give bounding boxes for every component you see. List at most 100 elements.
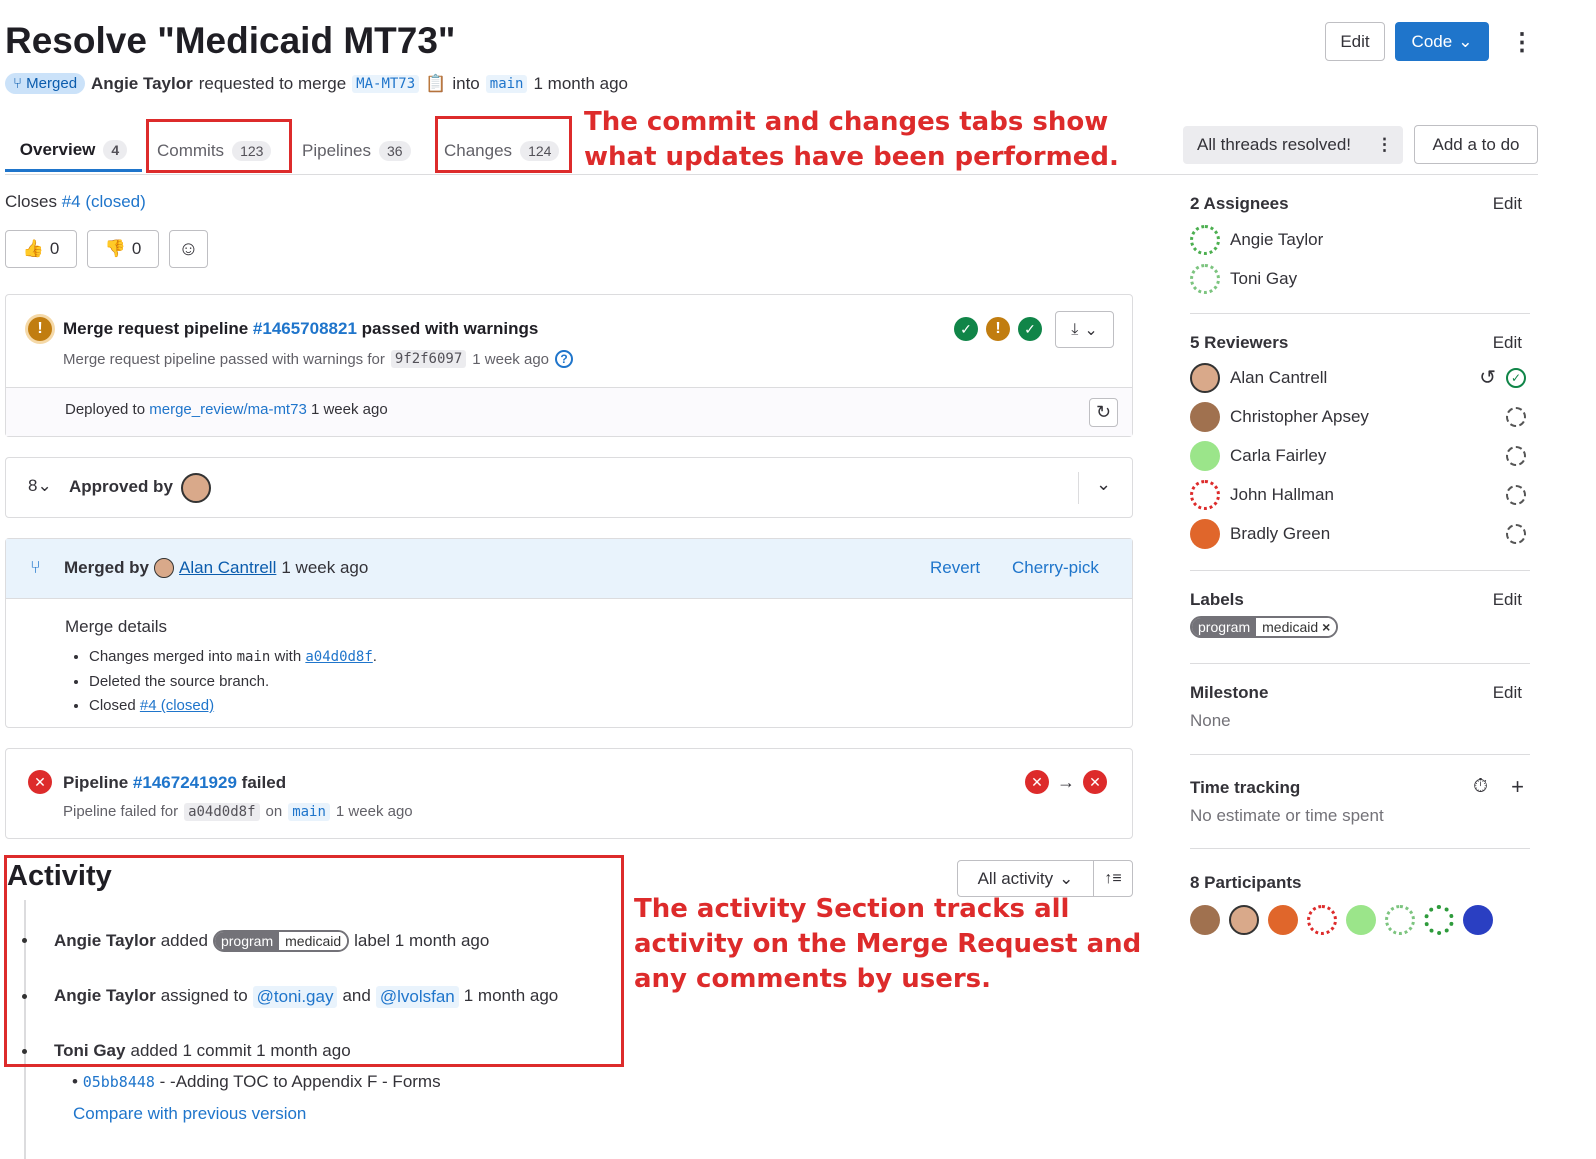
tab-pipelines[interactable]: Pipelines 36 (302, 130, 411, 172)
label-key: program (1192, 618, 1257, 636)
closes-issue-link[interactable]: #4 (closed) (62, 192, 146, 211)
avatar (1190, 479, 1220, 510)
tab-overview[interactable]: Overview 4 (5, 130, 142, 172)
reviewer-name: Bradly Green (1230, 523, 1331, 543)
pipeline-title: Merge request pipeline (63, 319, 249, 338)
stage-failed-icon[interactable]: ✕ (1083, 770, 1107, 794)
milestone-title: Milestone (1190, 683, 1269, 702)
add-reaction-button[interactable]: ☺ (169, 230, 208, 268)
more-icon[interactable]: ⋮ (1376, 135, 1393, 155)
target-branch[interactable]: main (485, 74, 528, 93)
merged-by-user-link[interactable]: Alan Cantrell (179, 558, 276, 578)
edit-reviewers-button[interactable]: Edit (1493, 333, 1522, 353)
annotation-box-activity (4, 855, 624, 1067)
participant-avatar[interactable] (1229, 905, 1259, 935)
more-actions-icon[interactable]: ⋮ (1510, 28, 1534, 57)
merge-icon: ⑂ (30, 557, 41, 577)
assignees-title: 2 Assignees (1190, 194, 1289, 213)
pipeline-link[interactable]: #1467241929 (133, 773, 237, 792)
tab-count: 36 (379, 141, 411, 161)
labels-section: Labels Edit program medicaid × (1190, 590, 1530, 638)
participant-avatar[interactable] (1346, 905, 1376, 935)
edit-assignees-button[interactable]: Edit (1493, 194, 1522, 214)
reviewer-name: Carla Fairley (1230, 445, 1327, 465)
compare-link[interactable]: Compare with previous version (73, 1104, 306, 1124)
assignee[interactable]: Toni Gay (1190, 259, 1530, 298)
stage-success-icon[interactable]: ✓ (954, 317, 978, 341)
stopwatch-icon[interactable]: ⏱ (1473, 776, 1488, 798)
participant-avatar[interactable] (1190, 905, 1220, 935)
add-time-icon[interactable]: + (1511, 774, 1524, 800)
environment-link[interactable]: merge_review/ma-mt73 (149, 401, 307, 418)
pipeline-link[interactable]: #1465708821 (253, 319, 357, 338)
stage-success-icon[interactable]: ✓ (1018, 317, 1042, 341)
merged-status-badge: ⑂ Merged (5, 73, 86, 94)
reviewer[interactable]: Christopher Apsey (1190, 397, 1530, 436)
avatar (1190, 401, 1220, 432)
assignee[interactable]: Angie Taylor (1190, 220, 1530, 259)
reviewers-title: 5 Reviewers (1190, 333, 1289, 352)
revert-button[interactable]: Revert (930, 558, 980, 578)
reviewer[interactable]: Carla Fairley (1190, 436, 1530, 475)
code-dropdown-button[interactable]: Code ⌄ (1395, 22, 1489, 61)
merge-icon: ⑂ (13, 75, 27, 92)
redeploy-button[interactable]: ↻ (1089, 398, 1118, 427)
stage-warning-icon[interactable]: ! (986, 317, 1010, 341)
reviewer[interactable]: Bradly Green (1190, 514, 1530, 553)
edit-button[interactable]: Edit (1325, 22, 1385, 61)
author-name[interactable]: Angie Taylor (91, 74, 193, 94)
thumbs-up-button[interactable]: 👍 0 (5, 230, 77, 268)
edit-milestone-button[interactable]: Edit (1493, 683, 1522, 703)
commit-link[interactable]: 05bb8448 (83, 1073, 155, 1091)
commit-message: - -Adding TOC to Appendix F - Forms (159, 1072, 441, 1091)
pipeline-time: 1 week ago (472, 350, 550, 368)
cherry-pick-button[interactable]: Cherry-pick (1012, 558, 1099, 578)
annotation-box-changes (435, 116, 572, 173)
copy-icon[interactable]: 📋 (425, 74, 446, 94)
stage-failed-icon[interactable]: ✕ (1025, 770, 1049, 794)
threads-resolved[interactable]: All threads resolved! ⋮ (1183, 126, 1403, 164)
approval-icon: 8⌄ (28, 476, 52, 495)
pipeline-subtitle: Pipeline failed for (63, 803, 179, 820)
on-text: on (265, 803, 283, 820)
reviewer[interactable]: John Hallman (1190, 475, 1530, 514)
source-branch[interactable]: MA-MT73 (352, 74, 420, 93)
closed-issue-link[interactable]: #4 (closed) (140, 697, 214, 714)
merge-commit-link[interactable]: a04d0d8f (305, 649, 372, 665)
participant-avatar[interactable] (1307, 905, 1337, 935)
pipeline-time: 1 week ago (335, 803, 413, 820)
pending-review-icon (1506, 406, 1526, 427)
label-badge[interactable]: program medicaid × (1190, 616, 1339, 638)
pending-review-icon (1506, 523, 1526, 544)
thumbs-down-button[interactable]: 👎 0 (87, 230, 159, 268)
reviewer-name: Christopher Apsey (1230, 406, 1369, 426)
detail-text: . (372, 648, 377, 665)
pipeline-status: failed (241, 773, 287, 792)
arrow-right-icon: → (1057, 771, 1075, 792)
approver-avatar[interactable] (181, 473, 211, 503)
edit-labels-button[interactable]: Edit (1493, 590, 1522, 610)
branch-name[interactable]: main (288, 803, 330, 821)
participant-avatar[interactable] (1268, 905, 1298, 935)
thumbs-up-icon: 👍 (22, 239, 44, 258)
merge-detail-item: Deleted the source branch. (89, 670, 377, 695)
chevron-down-icon: ⌄ (1059, 868, 1074, 888)
expand-chevron-icon[interactable]: ⌄ (1096, 474, 1111, 495)
help-icon[interactable]: ? (555, 350, 574, 368)
add-todo-button[interactable]: Add a to do (1414, 125, 1538, 164)
participants-list (1190, 905, 1530, 935)
participant-avatar[interactable] (1385, 905, 1415, 935)
participants-title: 8 Participants (1190, 873, 1302, 892)
participant-avatar[interactable] (1463, 905, 1493, 935)
failed-pipeline-widget: ✕ Pipeline #1467241929 failed Pipeline f… (5, 748, 1133, 839)
remove-label-icon[interactable]: × (1322, 619, 1330, 635)
download-artifacts-button[interactable]: ⤓ ⌄ (1055, 311, 1114, 348)
deployed-prefix: Deployed to (65, 401, 146, 418)
rerequest-review-icon[interactable]: ↺ (1479, 365, 1496, 390)
label-value: medicaid (1262, 619, 1319, 635)
into-text: into (452, 73, 480, 93)
participant-avatar[interactable] (1424, 905, 1454, 935)
commit-sha[interactable]: 9f2f6097 (390, 350, 467, 368)
reviewer[interactable]: Alan Cantrell ↺ ✓ (1190, 358, 1530, 397)
commit-sha[interactable]: a04d0d8f (184, 803, 260, 821)
